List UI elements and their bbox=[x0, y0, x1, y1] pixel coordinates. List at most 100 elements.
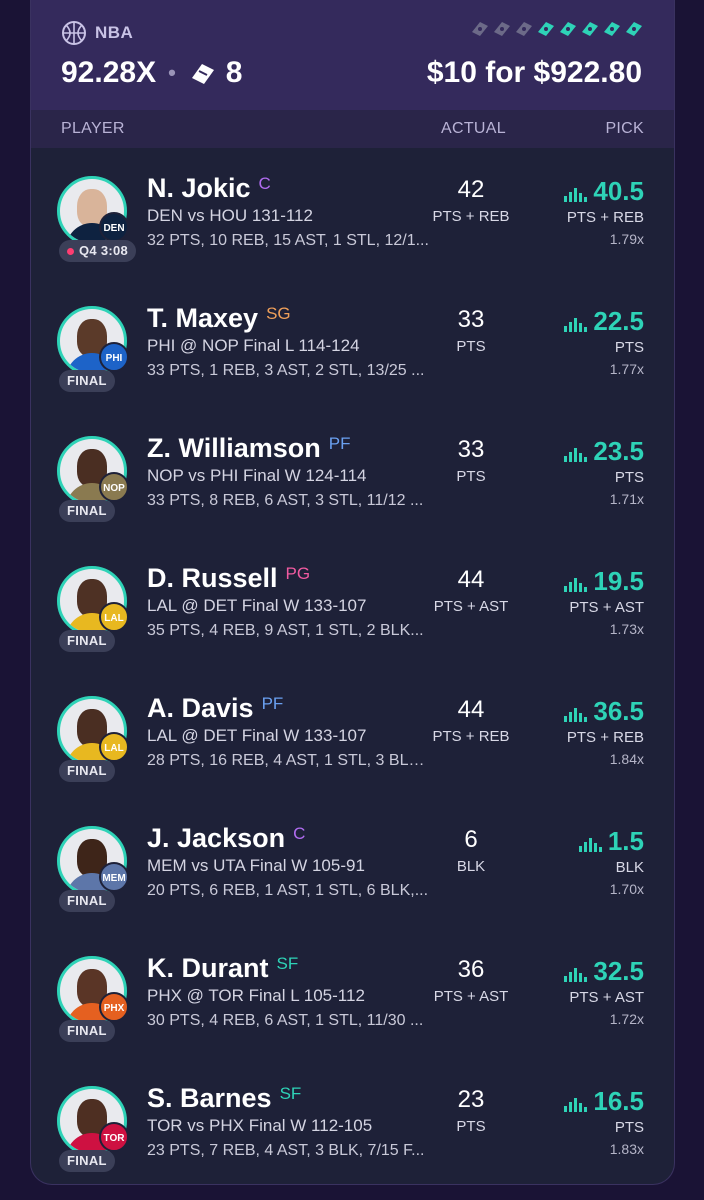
pick-line-value: 23.5 bbox=[593, 436, 644, 466]
pick-stat-type: PTS bbox=[614, 469, 644, 486]
game-status-text: Q4 3:08 bbox=[79, 243, 129, 258]
stat-line: 33 PTS, 8 REB, 6 AST, 3 STL, 11/12 ... bbox=[147, 492, 424, 509]
game-info: PHI @ NOP Final L 114-124 bbox=[147, 336, 360, 355]
live-dot-icon bbox=[67, 248, 74, 256]
player-position: SG bbox=[266, 304, 291, 323]
actual-stat-type: PTS + AST bbox=[433, 598, 509, 615]
actual-value: 44 bbox=[457, 696, 485, 723]
game-status-badge: Q4 3:08 bbox=[59, 240, 137, 262]
player-name-line: T. Maxey SG bbox=[147, 303, 291, 334]
column-header-player: PLAYER bbox=[61, 120, 125, 137]
game-status-badge: FINAL bbox=[59, 890, 115, 912]
team-badge: DEN bbox=[99, 212, 129, 242]
game-status-text: FINAL bbox=[67, 373, 107, 388]
signal-bars-icon bbox=[564, 968, 588, 982]
player-name: N. Jokic bbox=[147, 173, 251, 203]
player-name: T. Maxey bbox=[147, 303, 259, 333]
team-badge: LAL bbox=[99, 602, 129, 632]
pick-multiplier: 1.70x bbox=[609, 881, 644, 897]
game-status-text: FINAL bbox=[67, 1153, 107, 1168]
player-row[interactable]: PHI FINAL T. Maxey SG PHI @ NOP Final L 1… bbox=[31, 278, 674, 408]
game-status-text: FINAL bbox=[67, 503, 107, 518]
actual-stat-type: PTS + REB bbox=[432, 728, 510, 745]
signal-bars-icon bbox=[578, 838, 602, 852]
player-name: S. Barnes bbox=[147, 1083, 272, 1113]
signal-bars-icon bbox=[564, 1098, 588, 1112]
team-badge: PHX bbox=[99, 992, 129, 1022]
actual-value: 33 bbox=[457, 306, 485, 333]
team-badge: TOR bbox=[99, 1122, 129, 1152]
pick-column: 36.5 PTS + REB 1.84x bbox=[564, 696, 644, 767]
payout-text: $10 for $922.80 bbox=[426, 56, 642, 89]
player-name-line: Z. Williamson PF bbox=[147, 433, 351, 464]
actual-stat-type: PTS bbox=[456, 468, 486, 485]
pick-line-value: 16.5 bbox=[593, 1086, 644, 1116]
actual-column: 42 PTS + REB bbox=[421, 176, 521, 225]
pick-line: 36.5 bbox=[564, 696, 644, 727]
pick-line-value: 40.5 bbox=[593, 176, 644, 206]
player-name-line: K. Durant SF bbox=[147, 953, 298, 984]
actual-value: 42 bbox=[457, 176, 485, 203]
player-name: Z. Williamson bbox=[147, 433, 321, 463]
multiplier-line: 92.28X • 8 bbox=[61, 56, 242, 90]
actual-stat-type: BLK bbox=[456, 858, 486, 875]
player-name: D. Russell bbox=[147, 563, 278, 593]
pick-column: 40.5 PTS + REB 1.79x bbox=[564, 176, 644, 247]
actual-column: 44 PTS + AST bbox=[421, 566, 521, 615]
player-name-line: S. Barnes SF bbox=[147, 1083, 301, 1114]
pick-stat-type: PTS + REB bbox=[566, 209, 644, 226]
game-status-text: FINAL bbox=[67, 763, 107, 778]
league-name: NBA bbox=[95, 23, 134, 42]
ticket-leg-icon bbox=[494, 22, 510, 36]
team-badge: MEM bbox=[99, 862, 129, 892]
column-headers: PLAYER ACTUAL PICK bbox=[31, 110, 674, 148]
actual-value: 44 bbox=[457, 566, 485, 593]
stat-line: 32 PTS, 10 REB, 15 AST, 1 STL, 12/1... bbox=[147, 232, 429, 249]
player-row[interactable]: LAL FINAL A. Davis PF LAL @ DET Final W 1… bbox=[31, 668, 674, 798]
player-row[interactable]: NOP FINAL Z. Williamson PF NOP vs PHI Fin… bbox=[31, 408, 674, 538]
pick-multiplier: 1.71x bbox=[609, 491, 644, 507]
pick-column: 1.5 BLK 1.70x bbox=[578, 826, 644, 897]
ticket-leg-icon bbox=[604, 22, 620, 36]
game-status-badge: FINAL bbox=[59, 760, 115, 782]
stat-line: 23 PTS, 7 REB, 4 AST, 3 BLK, 7/15 F... bbox=[147, 1142, 425, 1159]
pick-column: 16.5 PTS 1.83x bbox=[564, 1086, 644, 1157]
actual-value: 33 bbox=[457, 436, 485, 463]
pick-stat-type: PTS bbox=[614, 1119, 644, 1136]
game-info: DEN vs HOU 131-112 bbox=[147, 206, 313, 225]
player-row[interactable]: TOR FINAL S. Barnes SF TOR vs PHX Final W… bbox=[31, 1058, 674, 1184]
actual-value: 23 bbox=[457, 1086, 485, 1113]
player-row[interactable]: DEN Q4 3:08 N. Jokic C DEN vs HOU 131-112… bbox=[31, 148, 674, 278]
pick-stat-type: PTS + AST bbox=[569, 989, 644, 1006]
pick-line: 1.5 bbox=[578, 826, 644, 857]
pick-stat-type: PTS bbox=[614, 339, 644, 356]
league-label-group: NBA bbox=[61, 20, 133, 46]
player-row[interactable]: PHX FINAL K. Durant SF PHX @ TOR Final L … bbox=[31, 928, 674, 1058]
player-name: A. Davis bbox=[147, 693, 254, 723]
actual-column: 6 BLK bbox=[421, 826, 521, 875]
game-info: PHX @ TOR Final L 105-112 bbox=[147, 986, 365, 1005]
team-badge: LAL bbox=[99, 732, 129, 762]
game-info: LAL @ DET Final W 133-107 bbox=[147, 596, 367, 615]
player-row[interactable]: LAL FINAL D. Russell PG LAL @ DET Final W… bbox=[31, 538, 674, 668]
column-header-actual: ACTUAL bbox=[441, 120, 506, 137]
multiplier-value: 92.28X bbox=[61, 56, 157, 89]
player-name-line: D. Russell PG bbox=[147, 563, 310, 594]
game-status-badge: FINAL bbox=[59, 1020, 115, 1042]
ticket-icon bbox=[191, 64, 214, 84]
game-status-badge: FINAL bbox=[59, 370, 115, 392]
game-status-badge: FINAL bbox=[59, 500, 115, 522]
column-header-pick: PICK bbox=[605, 120, 644, 137]
actual-column: 23 PTS bbox=[421, 1086, 521, 1135]
player-row[interactable]: MEM FINAL J. Jackson C MEM vs UTA Final W… bbox=[31, 798, 674, 928]
player-position: C bbox=[258, 174, 271, 193]
stat-line: 35 PTS, 4 REB, 9 AST, 1 STL, 2 BLK... bbox=[147, 622, 424, 639]
legs-count: 8 bbox=[225, 56, 243, 89]
player-position: C bbox=[293, 824, 306, 843]
pick-line: 19.5 bbox=[564, 566, 644, 597]
game-status-badge: FINAL bbox=[59, 630, 115, 652]
player-position: PG bbox=[285, 564, 311, 583]
actual-value: 6 bbox=[464, 826, 478, 853]
signal-bars-icon bbox=[564, 318, 588, 332]
pick-multiplier: 1.83x bbox=[609, 1141, 644, 1157]
